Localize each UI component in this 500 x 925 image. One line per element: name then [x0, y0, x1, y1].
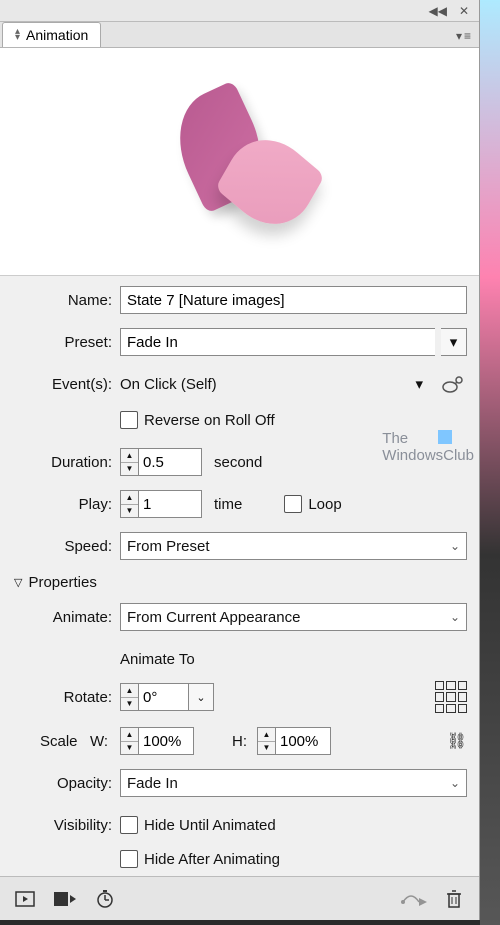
rotate-label: Rotate: [12, 689, 120, 706]
loop-checkbox[interactable]: Loop [284, 495, 341, 513]
chevron-down-icon: ⌄ [450, 539, 460, 553]
loop-label: Loop [308, 496, 341, 513]
scale-h-label: H: [232, 733, 247, 750]
scale-w-spinner[interactable]: ▲▼ [120, 727, 194, 755]
speed-value: From Preset [127, 538, 210, 555]
panel-topbar: ◀◀ ✕ [0, 0, 479, 22]
reverse-label: Reverse on Roll Off [144, 412, 275, 429]
panel-menu-button[interactable]: ▾≡ [456, 29, 479, 47]
scale-w-label: W: [90, 733, 108, 750]
trash-button[interactable] [441, 887, 467, 911]
scale-h-spinner[interactable]: ▲▼ [257, 727, 331, 755]
hide-until-checkbox[interactable]: Hide Until Animated [120, 816, 276, 834]
scale-w-input[interactable] [138, 727, 194, 755]
animation-panel: ◀◀ ✕ ▴▾ Animation ▾≡ Name: Preset: [0, 0, 480, 920]
duration-unit: second [214, 454, 262, 471]
name-input[interactable] [120, 286, 467, 314]
scale-h-input[interactable] [275, 727, 331, 755]
visibility-label: Visibility: [12, 817, 120, 834]
menu-icon: ▾ [456, 29, 462, 43]
animate-value: From Current Appearance [127, 609, 300, 626]
panel-tabbar: ▴▾ Animation ▾≡ [0, 22, 479, 48]
convert-to-motion-path-button[interactable] [401, 887, 427, 911]
rotate-direction-dropdown[interactable]: ⌄ [188, 683, 214, 711]
constrain-proportions-button[interactable]: ⛓ [447, 731, 467, 751]
preview-spread-button[interactable] [12, 887, 38, 911]
proxy-reference-point[interactable] [435, 681, 467, 713]
reverse-checkbox[interactable]: Reverse on Roll Off [120, 411, 275, 429]
animate-label: Animate: [12, 609, 120, 626]
animate-select[interactable]: From Current Appearance ⌄ [120, 603, 467, 631]
speed-label: Speed: [12, 538, 120, 555]
collapse-icon[interactable]: ◀◀ [428, 4, 446, 18]
rotate-input[interactable] [138, 683, 188, 711]
rotate-input-group[interactable]: ▲▼ ⌄ [120, 683, 214, 711]
play-spinner[interactable]: ▲▼ [120, 490, 202, 518]
opacity-value: Fade In [127, 775, 178, 792]
events-value[interactable]: On Click (Self) [120, 376, 409, 393]
chevron-down-icon: ▾ [450, 333, 458, 351]
hide-after-label: Hide After Animating [144, 851, 280, 868]
events-dropdown-icon[interactable]: ▾ [415, 375, 423, 393]
disclosure-triangle-icon: ▽ [14, 576, 22, 589]
preview-artwork [160, 92, 320, 232]
panel-footer [0, 876, 479, 920]
play-label: Play: [12, 496, 120, 513]
timing-panel-button[interactable] [92, 887, 118, 911]
preset-input[interactable] [120, 328, 435, 356]
events-label: Event(s): [12, 376, 120, 393]
app-background-sliver [480, 0, 500, 925]
properties-section-toggle[interactable]: ▽ Properties [14, 574, 467, 591]
tab-title: Animation [26, 27, 88, 43]
scale-label: Scale [40, 733, 78, 750]
duration-spinner[interactable]: ▲▼ [120, 448, 202, 476]
name-label: Name: [12, 292, 120, 309]
close-icon[interactable]: ✕ [459, 4, 469, 18]
chevron-down-icon: ⌄ [450, 610, 460, 624]
media-panel-button[interactable] [52, 887, 78, 911]
duration-label: Duration: [12, 454, 120, 471]
animate-to-label: Animate To [120, 651, 195, 668]
tab-animation[interactable]: ▴▾ Animation [2, 22, 101, 47]
trigger-icon [441, 375, 465, 393]
play-unit: time [214, 496, 242, 513]
animation-preview [0, 48, 479, 276]
properties-header: Properties [28, 574, 96, 591]
chevron-down-icon: ⌄ [450, 776, 460, 790]
opacity-label: Opacity: [12, 775, 120, 792]
updown-icon: ▴▾ [15, 29, 20, 41]
speed-select[interactable]: From Preset ⌄ [120, 532, 467, 560]
play-input[interactable] [138, 490, 202, 518]
opacity-select[interactable]: Fade In ⌄ [120, 769, 467, 797]
duration-input[interactable] [138, 448, 202, 476]
preset-dropdown-button[interactable]: ▾ [441, 328, 467, 356]
hide-until-label: Hide Until Animated [144, 817, 276, 834]
preset-label: Preset: [12, 334, 120, 351]
hide-after-checkbox[interactable]: Hide After Animating [120, 850, 280, 868]
create-trigger-button[interactable] [439, 372, 467, 396]
